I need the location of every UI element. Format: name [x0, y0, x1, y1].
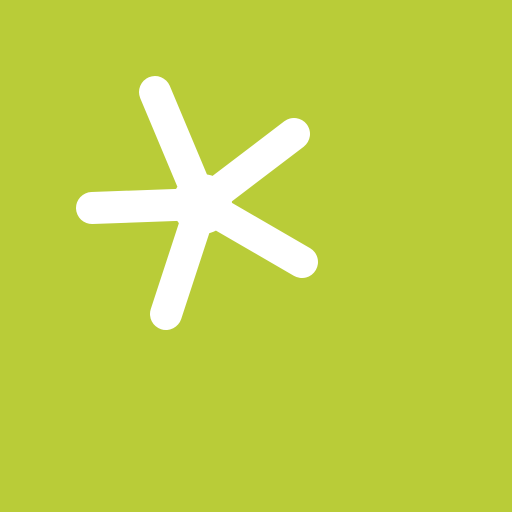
app-icon-tile[interactable]: [0, 0, 512, 512]
tile-background: [0, 0, 512, 512]
app-icon-canvas: [0, 0, 512, 512]
asterisk-hub: [172, 174, 232, 234]
